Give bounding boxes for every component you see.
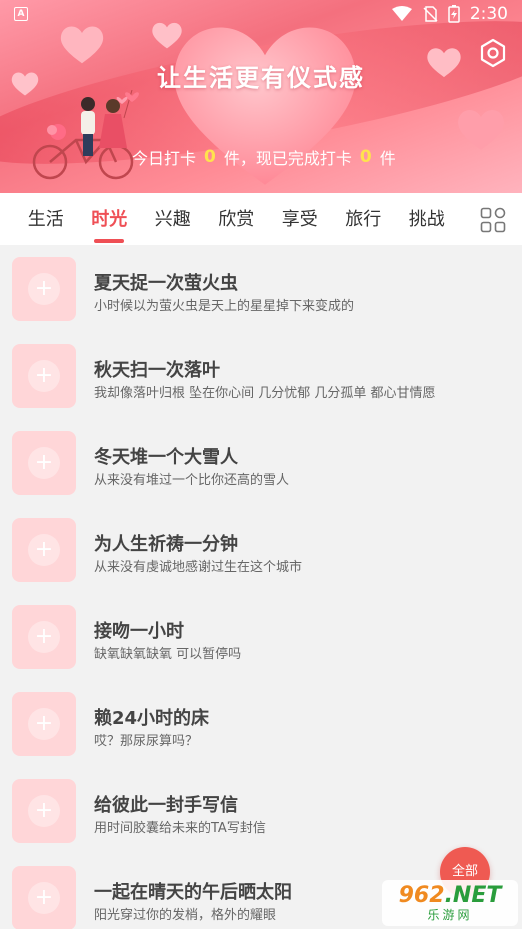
tab-travel[interactable]: 旅行: [332, 193, 396, 245]
wifi-icon: [391, 6, 412, 21]
list-item[interactable]: + 秋天扫一次落叶 我却像落叶归根 坠在你心间 几分忧郁 几分孤单 都心甘情愿: [0, 332, 522, 419]
item-subtitle: 从来没有堆过一个比你还高的雪人: [94, 473, 290, 488]
add-thumbnail[interactable]: +: [12, 605, 76, 669]
couple-on-bicycle-illustration: [32, 90, 139, 180]
tab-life[interactable]: 生活: [14, 193, 78, 245]
add-thumbnail[interactable]: +: [12, 344, 76, 408]
checkin-middle: 件，现已完成打卡: [223, 149, 352, 168]
battery-charging-icon: [448, 5, 460, 23]
page-slogan: 让生活更有仪式感: [157, 64, 365, 92]
list-item[interactable]: + 为人生祈祷一分钟 从来没有虔诚地感谢过生在这个城市: [0, 506, 522, 593]
tab-interest[interactable]: 兴趣: [141, 193, 205, 245]
list-item[interactable]: + 接吻一小时 缺氧缺氧缺氧 可以暂停吗: [0, 593, 522, 680]
add-thumbnail[interactable]: +: [12, 518, 76, 582]
header-banner: A 2:30 让生活更有仪式感 今日打卡 0 件，现已完成打卡 0 件: [0, 0, 522, 193]
list-item[interactable]: + 赖24小时的床 哎？那尿尿算吗？: [0, 680, 522, 767]
tab-enjoy[interactable]: 享受: [268, 193, 332, 245]
plus-icon: +: [28, 708, 60, 740]
plus-icon: +: [28, 621, 60, 653]
item-subtitle: 阳光穿过你的发梢，格外的耀眼: [94, 908, 277, 923]
plus-icon: +: [28, 447, 60, 479]
item-title: 秋天扫一次落叶: [94, 360, 220, 381]
list-item[interactable]: + 夏天捉一次萤火虫 小时候以为萤火虫是天上的星星掉下来变成的: [0, 245, 522, 332]
ritual-list: + 夏天捉一次萤火虫 小时候以为萤火虫是天上的星星掉下来变成的 + 秋天扫一次落…: [0, 245, 522, 929]
checkin-suffix: 件: [379, 149, 396, 168]
add-thumbnail[interactable]: +: [12, 779, 76, 843]
status-bar: A 2:30: [0, 0, 522, 28]
site-watermark: 962.NET 乐游网: [382, 880, 518, 926]
item-title: 一起在晴天的午后晒太阳: [94, 882, 292, 903]
tab-appreciate[interactable]: 欣赏: [205, 193, 269, 245]
item-title: 赖24小时的床: [94, 708, 210, 729]
plus-icon: +: [28, 795, 60, 827]
item-title: 给彼此一封手写信: [94, 795, 238, 816]
watermark-brand: 962.NET: [399, 884, 502, 908]
add-thumbnail[interactable]: +: [12, 257, 76, 321]
item-subtitle: 我却像落叶归根 坠在你心间 几分忧郁 几分孤单 都心甘情愿: [94, 386, 436, 401]
plus-icon: +: [28, 360, 60, 392]
status-time: 2:30: [469, 4, 508, 24]
checkin-summary: 今日打卡 0 件，现已完成打卡 0 件: [132, 145, 396, 169]
add-thumbnail[interactable]: +: [12, 692, 76, 756]
checkin-prefix: 今日打卡: [132, 149, 197, 168]
small-heart-decoration: [458, 110, 504, 150]
add-thumbnail[interactable]: +: [12, 866, 76, 929]
category-grid-icon[interactable]: [480, 207, 506, 233]
item-title: 接吻一小时: [94, 621, 184, 642]
plus-icon: +: [28, 534, 60, 566]
watermark-site-name: 乐游网: [427, 908, 473, 922]
category-tab-bar: 生活 时光 兴趣 欣赏 享受 旅行 挑战: [0, 193, 522, 245]
plus-icon: +: [28, 882, 60, 914]
tab-challenge[interactable]: 挑战: [395, 193, 459, 245]
today-checkin-count: 0: [204, 147, 216, 167]
plus-icon: +: [28, 273, 60, 305]
app-notification-icon: A: [14, 7, 28, 21]
item-subtitle: 从来没有虔诚地感谢过生在这个城市: [94, 560, 303, 575]
item-subtitle: 用时间胶囊给未来的TA写封信: [94, 821, 266, 836]
list-item[interactable]: + 冬天堆一个大雪人 从来没有堆过一个比你还高的雪人: [0, 419, 522, 506]
watermark-brand-suffix: .NET: [444, 883, 502, 908]
item-title: 冬天堆一个大雪人: [94, 447, 238, 468]
item-title: 夏天捉一次萤火虫: [94, 273, 238, 294]
no-sim-icon: [423, 6, 438, 22]
item-subtitle: 哎？那尿尿算吗？: [94, 734, 199, 749]
item-subtitle: 缺氧缺氧缺氧 可以暂停吗: [94, 647, 242, 662]
tab-time[interactable]: 时光: [78, 193, 142, 245]
item-title: 为人生祈祷一分钟: [94, 534, 238, 555]
watermark-brand-number: 962: [398, 883, 445, 908]
add-thumbnail[interactable]: +: [12, 431, 76, 495]
total-checkin-count: 0: [359, 147, 372, 167]
list-item[interactable]: + 给彼此一封手写信 用时间胶囊给未来的TA写封信: [0, 767, 522, 854]
item-subtitle: 小时候以为萤火虫是天上的星星掉下来变成的: [94, 299, 355, 314]
